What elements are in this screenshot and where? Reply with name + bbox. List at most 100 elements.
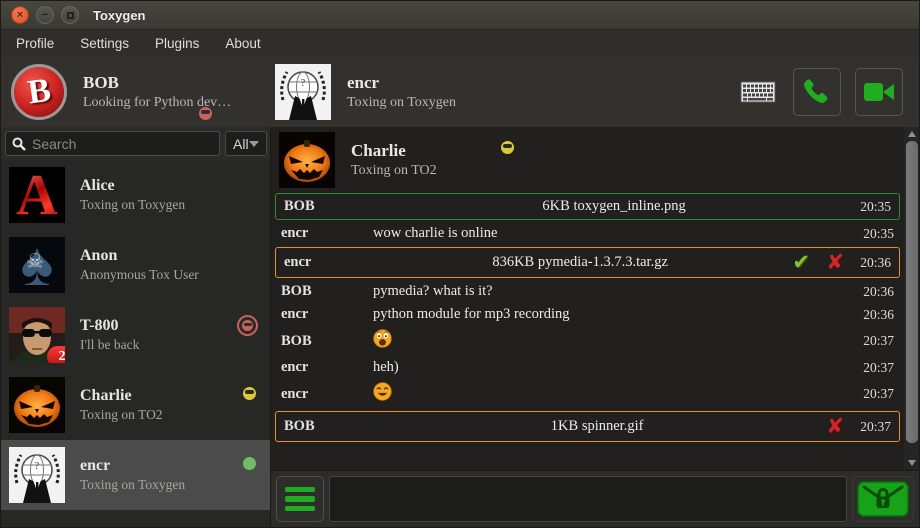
- peer-card-charlie[interactable]: Charlie Toxing on TO2: [273, 129, 902, 191]
- peer-name: Charlie: [351, 141, 437, 161]
- menu-bar: Profile Settings Plugins About: [1, 30, 919, 57]
- contact-list: A Alice Toxing on Toxygen ♠☠ Anon Anonym…: [1, 160, 270, 527]
- scroll-down-icon[interactable]: [904, 456, 919, 470]
- active-contact-status-message: Toxing on Toxygen: [347, 95, 456, 111]
- svg-text:?: ?: [301, 78, 306, 89]
- file-name: 1KB spinner.gif: [376, 418, 818, 435]
- menu-icon: [285, 487, 315, 493]
- contact-status-message: Toxing on TO2: [80, 407, 163, 423]
- message-time: 20:37: [863, 333, 894, 349]
- menu-about[interactable]: About: [212, 32, 273, 55]
- contact-name: T-800: [80, 317, 139, 335]
- attachments-menu-button[interactable]: [276, 476, 324, 522]
- pumpkin-avatar: [9, 377, 65, 433]
- message-sender: encr: [281, 225, 373, 242]
- decline-file-icon[interactable]: ✘: [818, 416, 852, 437]
- message-time: 20:36: [860, 255, 891, 271]
- smiling-face-emoji-icon: [373, 382, 855, 406]
- unread-count-badge: 2: [47, 346, 65, 363]
- self-profile[interactable]: B BOB Looking for Python dev…: [1, 57, 271, 127]
- scrollbar-thumb[interactable]: [906, 141, 918, 443]
- search-icon: [12, 137, 26, 151]
- composer-bar: [271, 470, 919, 527]
- spade-skull-avatar: ♠☠: [9, 237, 65, 293]
- contact-item-encr[interactable]: ? encr Toxing on Toxygen: [1, 440, 270, 510]
- message-sender: encr: [281, 306, 373, 323]
- peer-status-message: Toxing on TO2: [351, 163, 437, 179]
- message-row: BOB 20:37: [273, 326, 902, 356]
- contact-item-charlie[interactable]: Charlie Toxing on TO2: [1, 370, 270, 440]
- file-transfer-row: encr 836KB pymedia-1.3.7.3.tar.gz ✔ ✘ 20…: [275, 247, 900, 278]
- minimize-icon[interactable]: −: [36, 6, 54, 24]
- video-camera-icon: [862, 77, 896, 107]
- message-time: 20:37: [863, 360, 894, 376]
- contact-name: Anon: [80, 247, 199, 265]
- phone-icon: [801, 76, 833, 108]
- contact-status-message: I'll be back: [80, 337, 139, 353]
- away-status-icon: [501, 141, 514, 154]
- accept-file-icon[interactable]: ✔: [784, 252, 818, 273]
- active-contact-header: ? encr Toxing on Toxygen: [271, 57, 737, 127]
- search-input[interactable]: [32, 136, 213, 152]
- decline-file-icon[interactable]: ✘: [818, 252, 852, 273]
- chevron-down-icon: [249, 141, 259, 147]
- message-time: 20:35: [863, 226, 894, 242]
- keyboard-icon[interactable]: [737, 68, 779, 116]
- close-icon[interactable]: ×: [11, 6, 29, 24]
- message-input[interactable]: [329, 476, 847, 522]
- video-call-button[interactable]: [855, 68, 903, 116]
- contact-item-alice[interactable]: A Alice Toxing on Toxygen: [1, 160, 270, 230]
- busy-unread-status-icon: [242, 320, 253, 331]
- contact-status-message: Toxing on Toxygen: [80, 477, 185, 493]
- toxygen-window: × − Toxygen Profile Settings Plugins Abo…: [0, 0, 920, 528]
- file-transfer-row: BOB 1KB spinner.gif ✘ 20:37: [275, 411, 900, 442]
- message-sender: BOB: [281, 333, 373, 350]
- message-time: 20:35: [860, 199, 891, 215]
- window-title: Toxygen: [93, 8, 146, 23]
- send-button[interactable]: [852, 476, 914, 522]
- message-text: pymedia? what is it?: [373, 283, 855, 300]
- menu-settings[interactable]: Settings: [67, 32, 142, 55]
- search-box: [5, 131, 220, 156]
- message-row: BOB pymedia? what is it? 20:36: [273, 280, 902, 303]
- menu-plugins[interactable]: Plugins: [142, 32, 212, 55]
- message-sender: BOB: [284, 418, 376, 435]
- menu-profile[interactable]: Profile: [3, 32, 67, 55]
- message-sender: encr: [284, 254, 376, 271]
- filter-value: All: [233, 136, 249, 152]
- message-row: encr heh) 20:37: [273, 356, 902, 379]
- scrollbar-track[interactable]: [904, 141, 919, 456]
- self-name: BOB: [83, 73, 231, 93]
- header: B BOB Looking for Python dev… ?: [1, 57, 919, 127]
- file-name: 836KB pymedia-1.3.7.3.tar.gz: [376, 254, 784, 271]
- active-contact-name: encr: [347, 73, 456, 93]
- contact-filter-dropdown[interactable]: All: [225, 131, 267, 156]
- send-lock-icon: [857, 479, 909, 519]
- chat-scrollbar: [904, 127, 919, 470]
- maximize-icon[interactable]: [61, 6, 79, 24]
- message-row: encr python module for mp3 recording 20:…: [273, 303, 902, 326]
- message-time: 20:36: [863, 284, 894, 300]
- message-sender: BOB: [281, 283, 373, 300]
- away-status-icon: [243, 387, 256, 400]
- alice-avatar: A: [9, 167, 65, 223]
- message-sender: encr: [281, 386, 373, 403]
- message-row: encr 20:37: [273, 379, 902, 409]
- contact-name: Alice: [80, 177, 185, 195]
- message-row: encr wow charlie is online 20:35: [273, 222, 902, 245]
- scroll-up-icon[interactable]: [904, 127, 919, 141]
- online-status-icon: [243, 457, 256, 470]
- contact-status-message: Anonymous Tox User: [80, 267, 199, 283]
- file-name: 6KB toxygen_inline.png: [376, 198, 852, 215]
- contact-item-anon[interactable]: ♠☠ Anon Anonymous Tox User: [1, 230, 270, 300]
- message-time: 20:37: [860, 419, 891, 435]
- chat-panel: Charlie Toxing on TO2 BOB 6KB toxygen_in…: [271, 127, 919, 527]
- message-time: 20:37: [863, 386, 894, 402]
- bob-avatar: B: [11, 64, 67, 120]
- contact-item-t800[interactable]: 2 T-800 I'll be back: [1, 300, 270, 370]
- busy-status-icon: [199, 107, 212, 120]
- audio-call-button[interactable]: [793, 68, 841, 116]
- message-text: wow charlie is online: [373, 225, 855, 242]
- file-transfer-row: BOB 6KB toxygen_inline.png 20:35: [275, 193, 900, 220]
- scared-face-emoji-icon: [373, 329, 855, 353]
